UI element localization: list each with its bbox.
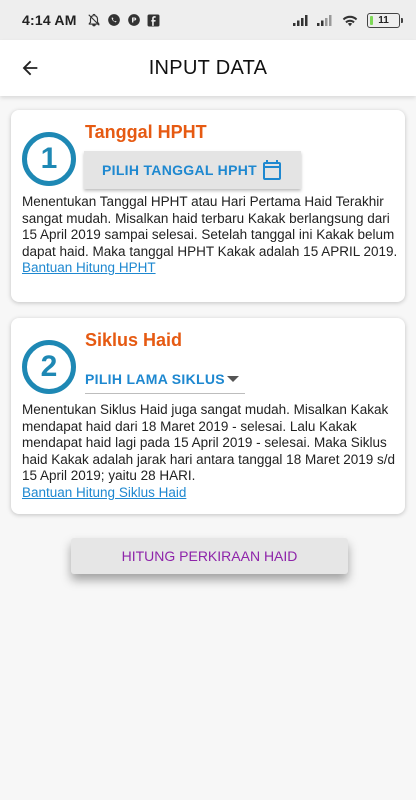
help-link-cycle[interactable]: Bantuan Hitung Siklus Haid	[22, 485, 400, 502]
whatsapp-icon	[107, 13, 121, 27]
status-bar: 4:14 AM P 11	[0, 0, 416, 40]
hpht-card: 1 Tanggal HPHT PILIH TANGGAL HPHT Menent…	[11, 110, 405, 302]
arrow-left-icon	[22, 60, 38, 76]
bell-off-icon	[87, 13, 101, 27]
facebook-icon	[147, 14, 160, 27]
calculate-button[interactable]: HITUNG PERKIRAAN HAID	[71, 538, 348, 574]
back-button[interactable]	[16, 54, 44, 82]
cycle-length-dropdown[interactable]: PILIH LAMA SIKLUS	[85, 364, 245, 394]
description-text: Menentukan Tanggal HPHT atau Hari Pertam…	[22, 194, 398, 259]
dropdown-arrow-icon	[227, 376, 239, 382]
app-icon: P	[127, 13, 141, 27]
calendar-icon	[263, 160, 281, 180]
description-text: Menentukan Siklus Haid juga sangat mudah…	[22, 402, 395, 484]
system-icons: 11	[293, 12, 403, 28]
svg-text:P: P	[131, 17, 136, 25]
card-description: Menentukan Tanggal HPHT atau Hari Pertam…	[22, 194, 400, 277]
cycle-dropdown-label: PILIH LAMA SIKLUS	[85, 370, 225, 387]
page-title: INPUT DATA	[148, 56, 268, 79]
pick-date-button[interactable]: PILIH TANGGAL HPHT	[84, 151, 301, 189]
battery-icon: 11	[367, 12, 403, 28]
battery-level	[370, 15, 373, 25]
app-bar: INPUT DATA	[0, 40, 416, 96]
wifi-icon	[341, 14, 359, 27]
notification-icons: P	[87, 13, 160, 27]
signal-icon	[317, 14, 333, 26]
status-time: 4:14 AM	[22, 12, 77, 28]
help-link-hpht[interactable]: Bantuan Hitung HPHT	[22, 260, 400, 277]
step-number-circle: 1	[22, 132, 76, 186]
step-number: 2	[40, 350, 58, 383]
card-description: Menentukan Siklus Haid juga sangat mudah…	[22, 402, 400, 502]
step-number-circle: 2	[22, 340, 76, 394]
signal-icon	[293, 14, 309, 26]
card-title: Tanggal HPHT	[85, 122, 207, 142]
step-number: 1	[40, 142, 58, 175]
pick-date-label: PILIH TANGGAL HPHT	[102, 162, 257, 178]
battery-percentage: 11	[378, 14, 389, 26]
card-title: Siklus Haid	[85, 330, 183, 350]
cycle-card: 2 Siklus Haid PILIH LAMA SIKLUS Menentuk…	[11, 318, 405, 514]
